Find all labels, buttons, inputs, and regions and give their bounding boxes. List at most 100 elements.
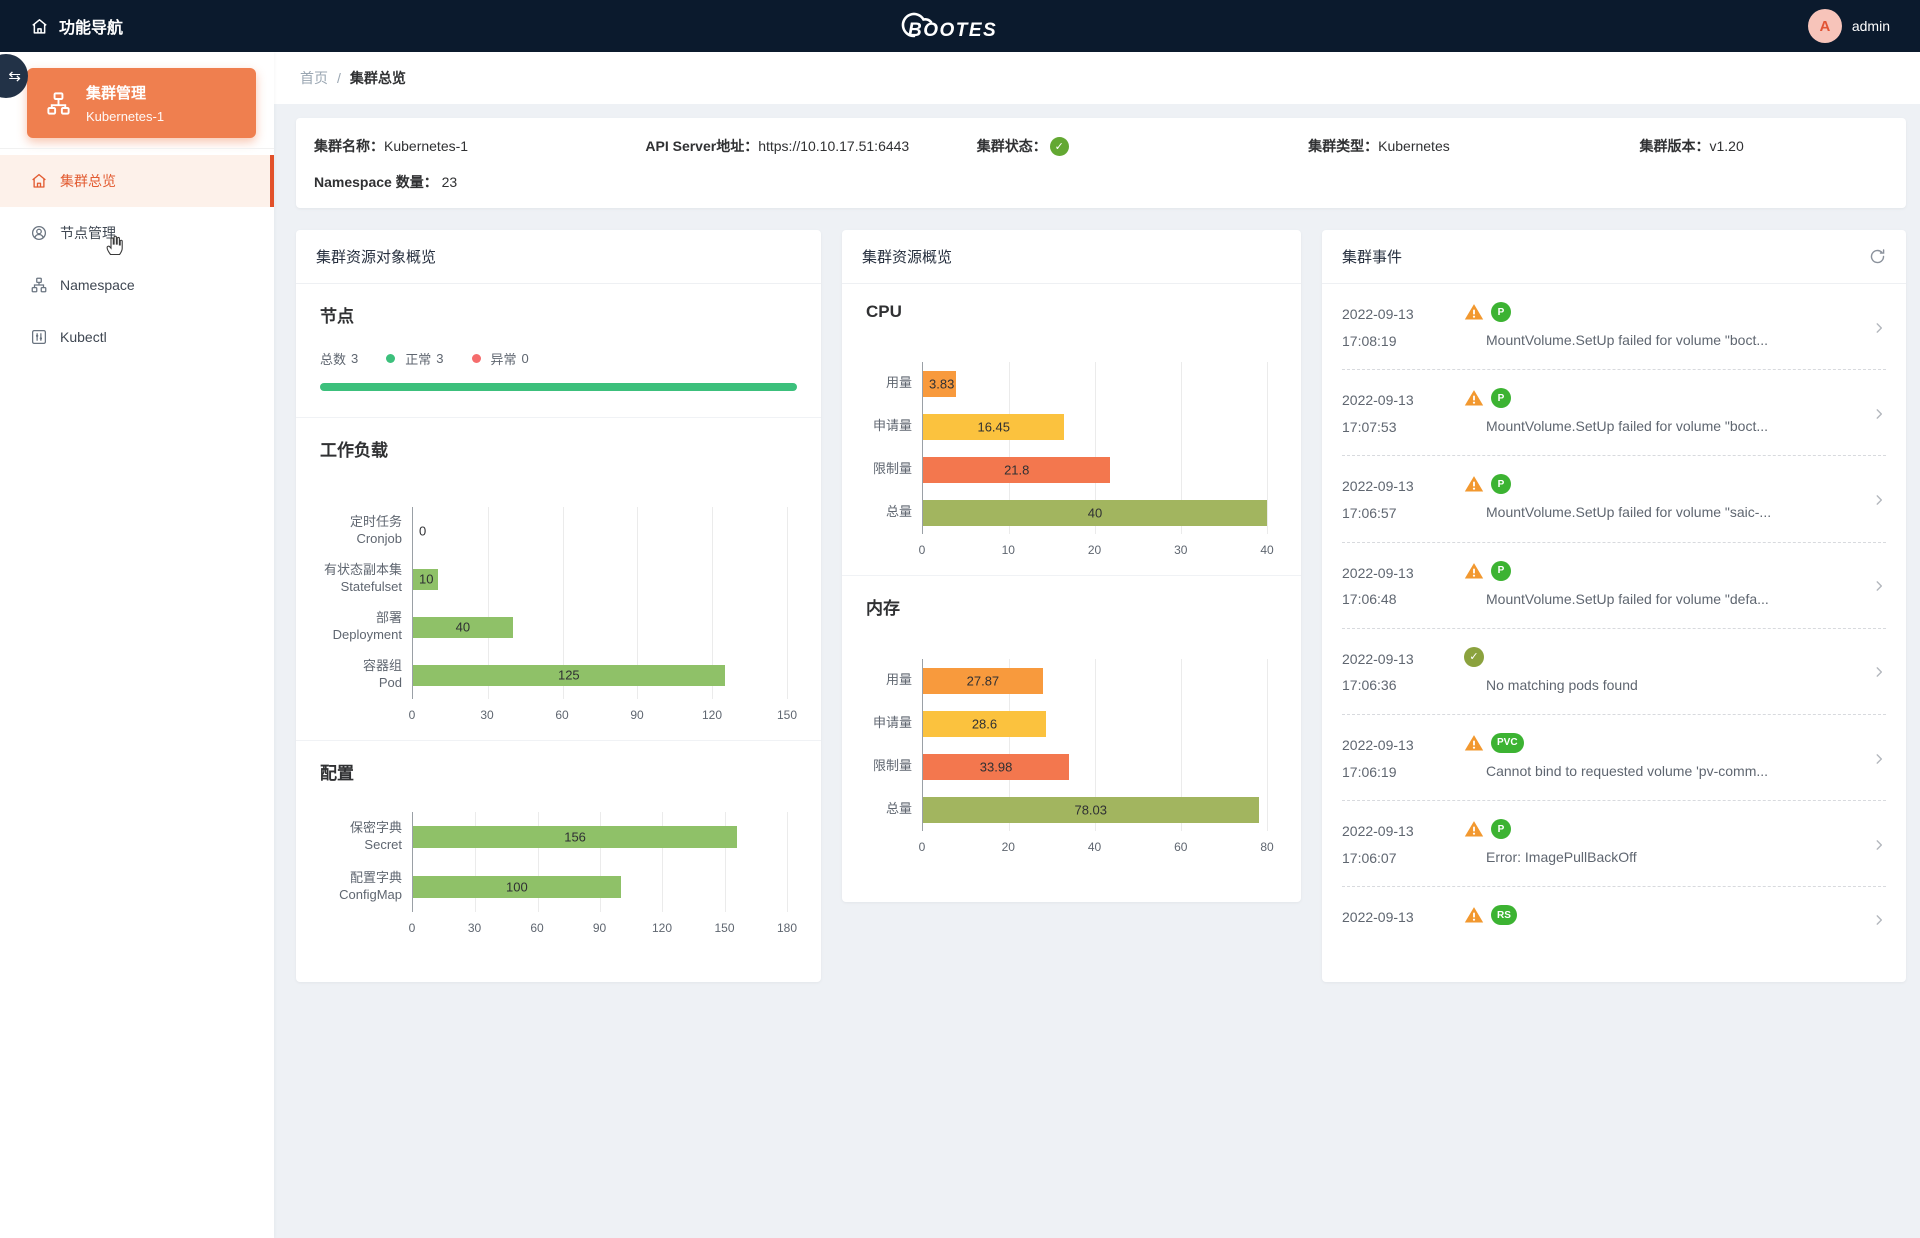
section-title: 内存 xyxy=(866,594,1277,619)
axis-tick: 90 xyxy=(630,708,643,722)
field-label: Namespace 数量： xyxy=(314,174,438,190)
event-date: 2022-09-13 xyxy=(1342,301,1464,328)
axis-tick: 90 xyxy=(593,921,606,935)
chart-bar-row: 78.03 xyxy=(923,788,1267,831)
nav-label: 功能导航 xyxy=(59,14,123,38)
event-datetime: 2022-09-1317:06:36 xyxy=(1342,646,1464,699)
cpu-chart: 用量申请量限制量总量3.8316.4521.840010203040 xyxy=(866,362,1277,561)
chart-plot: 27.87 28.6 33.98 78.03 xyxy=(922,659,1267,831)
chart-bar-row: 125 xyxy=(413,651,787,699)
chevron-right-icon[interactable] xyxy=(1868,904,1886,935)
event-row[interactable]: 2022-09-1317:06:57PMountVolume.SetUp fai… xyxy=(1342,455,1886,541)
event-row[interactable]: 2022-09-1317:07:53PMountVolume.SetUp fai… xyxy=(1342,369,1886,455)
panel-title: 集群资源概览 xyxy=(862,246,952,267)
chart-value-label: 33.98 xyxy=(980,759,1013,774)
breadcrumb: 首页 / 集群总览 xyxy=(274,52,1920,104)
chevron-right-icon[interactable] xyxy=(1868,560,1886,613)
chevron-right-icon[interactable] xyxy=(1868,818,1886,871)
event-time: 17:06:36 xyxy=(1342,672,1464,699)
axis-tick: 60 xyxy=(530,921,543,935)
success-check-icon: ✓ xyxy=(1464,647,1484,667)
chevron-right-icon[interactable] xyxy=(1868,387,1886,440)
event-list: 2022-09-1317:08:19PMountVolume.SetUp fai… xyxy=(1322,284,1906,982)
chart-axis: 010203040 xyxy=(922,537,1267,561)
main-content: 首页 / 集群总览 集群名称： Kubernetes-1 API Server地… xyxy=(274,0,1920,982)
event-row[interactable]: 2022-09-1317:06:19PVCCannot bind to requ… xyxy=(1342,714,1886,800)
chart-category-label: 限制量 xyxy=(866,745,922,788)
event-date: 2022-09-13 xyxy=(1342,818,1464,845)
chevron-right-icon[interactable] xyxy=(1868,301,1886,354)
field-label: 集群类型： xyxy=(1308,136,1378,156)
nav-function-menu[interactable]: 功能导航 xyxy=(30,14,123,38)
event-icons: RS xyxy=(1464,904,1868,926)
event-row[interactable]: 2022-09-1317:06:07PError: ImagePullBackO… xyxy=(1342,800,1886,886)
user-menu[interactable]: A admin xyxy=(1808,9,1890,43)
event-icons: P xyxy=(1464,560,1868,582)
chart-category-label: 总量 xyxy=(866,788,922,831)
event-date: 2022-09-13 xyxy=(1342,904,1464,931)
chart-value-label: 40 xyxy=(1088,505,1102,520)
field-value: 23 xyxy=(442,174,458,190)
event-message: MountVolume.SetUp failed for volume "boc… xyxy=(1464,332,1868,348)
event-icons: ✓ xyxy=(1464,646,1868,668)
chart-category-label: 定时任务 Cronjob xyxy=(320,507,412,555)
node-health-bar xyxy=(320,383,797,391)
cluster-manager-card[interactable]: 集群管理 Kubernetes-1 xyxy=(27,68,256,138)
chart-value-label: 28.6 xyxy=(972,716,997,731)
field-label: 集群名称： xyxy=(314,136,384,156)
sidebar-item-namespace[interactable]: Namespace xyxy=(0,259,274,311)
chart-value-label: 27.87 xyxy=(967,673,1000,688)
event-date: 2022-09-13 xyxy=(1342,646,1464,673)
panel-resource-objects: 集群资源对象概览 节点 总数3 正常3 异常0 xyxy=(296,230,821,982)
warning-icon xyxy=(1464,388,1484,408)
field-cluster-type: 集群类型： Kubernetes xyxy=(1308,136,1639,156)
event-datetime: 2022-09-1317:07:53 xyxy=(1342,387,1464,440)
chart-bar-row: 156 xyxy=(413,812,787,862)
field-api-server: API Server地址： https://10.10.17.51:6443 xyxy=(645,136,976,156)
section-title: 工作负载 xyxy=(320,436,797,461)
event-datetime: 2022-09-1317:06:07 xyxy=(1342,818,1464,871)
field-value: Kubernetes xyxy=(1378,138,1450,154)
bar-chart-config: 保密字典 Secret配置字典 ConfigMap156100030609012… xyxy=(320,812,797,939)
event-body: P MountVolume.SetUp failed for volume "bo… xyxy=(1464,301,1868,354)
field-label: 集群状态： xyxy=(977,136,1047,156)
field-value: v1.20 xyxy=(1710,138,1744,154)
event-date: 2022-09-13 xyxy=(1342,560,1464,587)
chart-category-label: 用量 xyxy=(866,659,922,702)
event-body: PMountVolume.SetUp failed for volume "bo… xyxy=(1464,387,1868,440)
chevron-right-icon[interactable] xyxy=(1868,646,1886,699)
event-row[interactable]: 2022-09-1317:06:48PMountVolume.SetUp fai… xyxy=(1342,542,1886,628)
event-time: 17:07:53 xyxy=(1342,414,1464,441)
event-message: Error: ImagePullBackOff xyxy=(1464,849,1868,865)
breadcrumb-home[interactable]: 首页 xyxy=(300,68,328,88)
event-row[interactable]: 2022-09-13RS xyxy=(1342,886,1886,950)
refresh-button[interactable] xyxy=(1869,248,1886,265)
chart-bar-row: 0 xyxy=(413,507,787,555)
event-datetime: 2022-09-1317:06:57 xyxy=(1342,473,1464,526)
sidebar-item-cluster-overview[interactable]: 集群总览 xyxy=(0,155,274,207)
field-namespace-count: Namespace 数量： 23 xyxy=(314,172,1888,192)
username: admin xyxy=(1852,18,1890,34)
axis-tick: 150 xyxy=(777,708,797,722)
sidebar-item-kubectl[interactable]: Kubectl xyxy=(0,311,274,363)
axis-tick: 40 xyxy=(1088,840,1101,854)
chart-value-label: 125 xyxy=(558,668,580,683)
chart-axis: 020406080 xyxy=(922,834,1267,858)
event-row[interactable]: 2022-09-1317:08:19PMountVolume.SetUp fai… xyxy=(1342,284,1886,369)
event-row[interactable]: 2022-09-1317:06:36✓No matching pods foun… xyxy=(1342,628,1886,714)
sidebar-item-label: Kubectl xyxy=(60,329,107,345)
sidebar-item-node-management[interactable]: 节点管理 xyxy=(0,207,274,259)
chart-value-label: 100 xyxy=(506,880,528,895)
section-config: 配置 保密字典 Secret配置字典 ConfigMap156100030609… xyxy=(296,740,821,953)
sidebar-collapse-button[interactable]: ⇆ xyxy=(0,54,28,98)
chart-category-labels: 定时任务 Cronjob有状态副本集 Statefulset部署 Deploym… xyxy=(320,507,412,726)
event-time: 17:06:19 xyxy=(1342,759,1464,786)
axis-tick: 20 xyxy=(1002,840,1015,854)
chevron-right-icon[interactable] xyxy=(1868,473,1886,526)
chevron-right-icon[interactable] xyxy=(1868,732,1886,785)
resource-badge: P xyxy=(1491,302,1511,322)
avatar[interactable]: A xyxy=(1808,9,1842,43)
panel-resources: 集群资源概览 CPU 用量申请量限制量总量3.8316.4521.8400102… xyxy=(842,230,1301,902)
home-icon xyxy=(30,17,49,36)
memory-chart: 用量申请量限制量总量27.8728.633.9878.03020406080 xyxy=(866,659,1277,858)
